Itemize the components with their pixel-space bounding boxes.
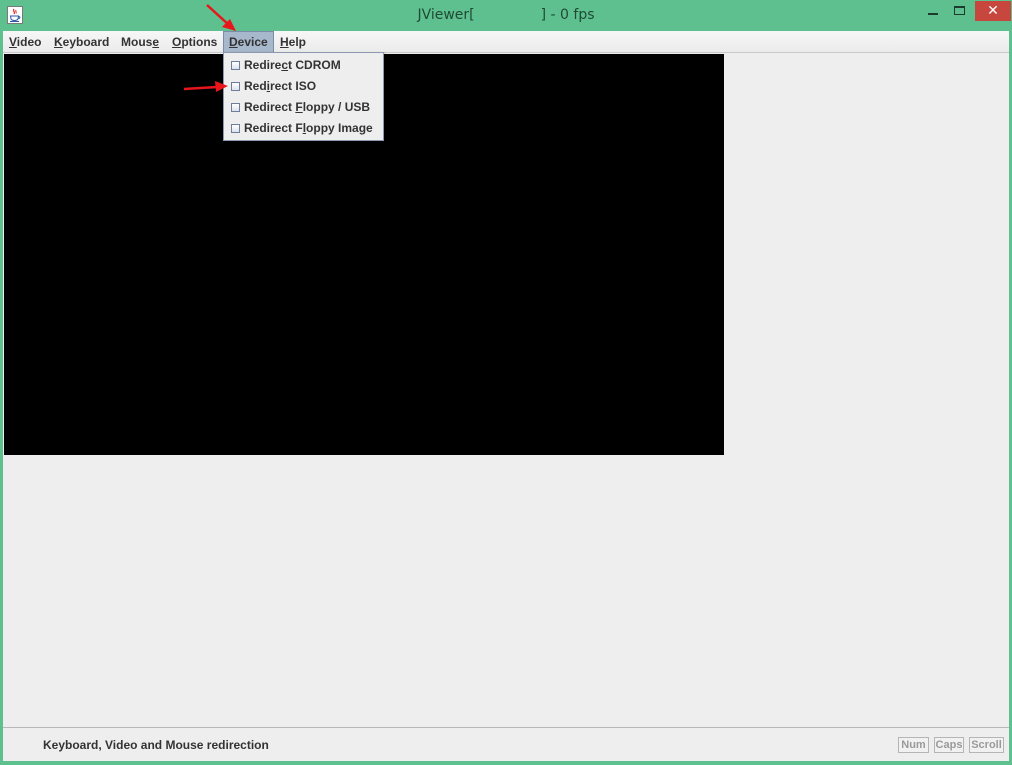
- menu-bar: Video Keyboard Mouse Options Device Help: [3, 31, 1009, 53]
- menu-item-redirect-floppy-usb[interactable]: Redirect Floppy / USB: [224, 97, 383, 118]
- minimize-button[interactable]: [920, 1, 946, 21]
- close-icon: ✕: [987, 3, 999, 19]
- status-bar: Keyboard, Video and Mouse redirection Nu…: [3, 727, 1009, 761]
- menu-item-redirect-iso[interactable]: Redirect ISO: [224, 76, 383, 97]
- menu-item-redirect-cdrom[interactable]: Redirect CDROM: [224, 55, 383, 76]
- menu-options[interactable]: Options: [167, 31, 222, 53]
- menu-device[interactable]: Device: [223, 31, 274, 53]
- caps-lock-indicator: Caps: [934, 737, 964, 753]
- window-title: JViewer[ ] - 0 fps: [0, 7, 1012, 23]
- menu-mouse[interactable]: Mouse: [116, 31, 164, 53]
- title-suffix: ] - 0 fps: [540, 7, 595, 23]
- menu-keyboard[interactable]: Keyboard: [49, 31, 114, 53]
- menu-video[interactable]: Video: [4, 31, 46, 53]
- redirect-cdrom-checkbox[interactable]: [231, 61, 240, 70]
- menu-item-redirect-floppy-image[interactable]: Redirect Floppy Image: [224, 118, 383, 139]
- title-bar[interactable]: JViewer[ ] - 0 fps ✕: [0, 0, 1012, 31]
- minimize-icon: [928, 13, 938, 15]
- redirect-floppy-image-checkbox[interactable]: [231, 124, 240, 133]
- maximize-button[interactable]: [946, 1, 972, 21]
- scroll-lock-indicator: Scroll: [969, 737, 1004, 753]
- close-button[interactable]: ✕: [975, 1, 1011, 21]
- maximize-icon: [954, 6, 965, 15]
- menu-help[interactable]: Help: [275, 31, 311, 53]
- status-message: Keyboard, Video and Mouse redirection: [43, 738, 269, 752]
- redirect-floppy-usb-checkbox[interactable]: [231, 103, 240, 112]
- num-lock-indicator: Num: [898, 737, 929, 753]
- title-prefix: JViewer[: [417, 7, 475, 23]
- client-area: Video Keyboard Mouse Options Device Help…: [3, 31, 1009, 761]
- device-menu-dropdown: Redirect CDROM Redirect ISO Redirect Flo…: [223, 52, 384, 141]
- jviewer-window: JViewer[ ] - 0 fps ✕ Video Keyboard Mouse…: [0, 0, 1012, 765]
- redirect-iso-checkbox[interactable]: [231, 82, 240, 91]
